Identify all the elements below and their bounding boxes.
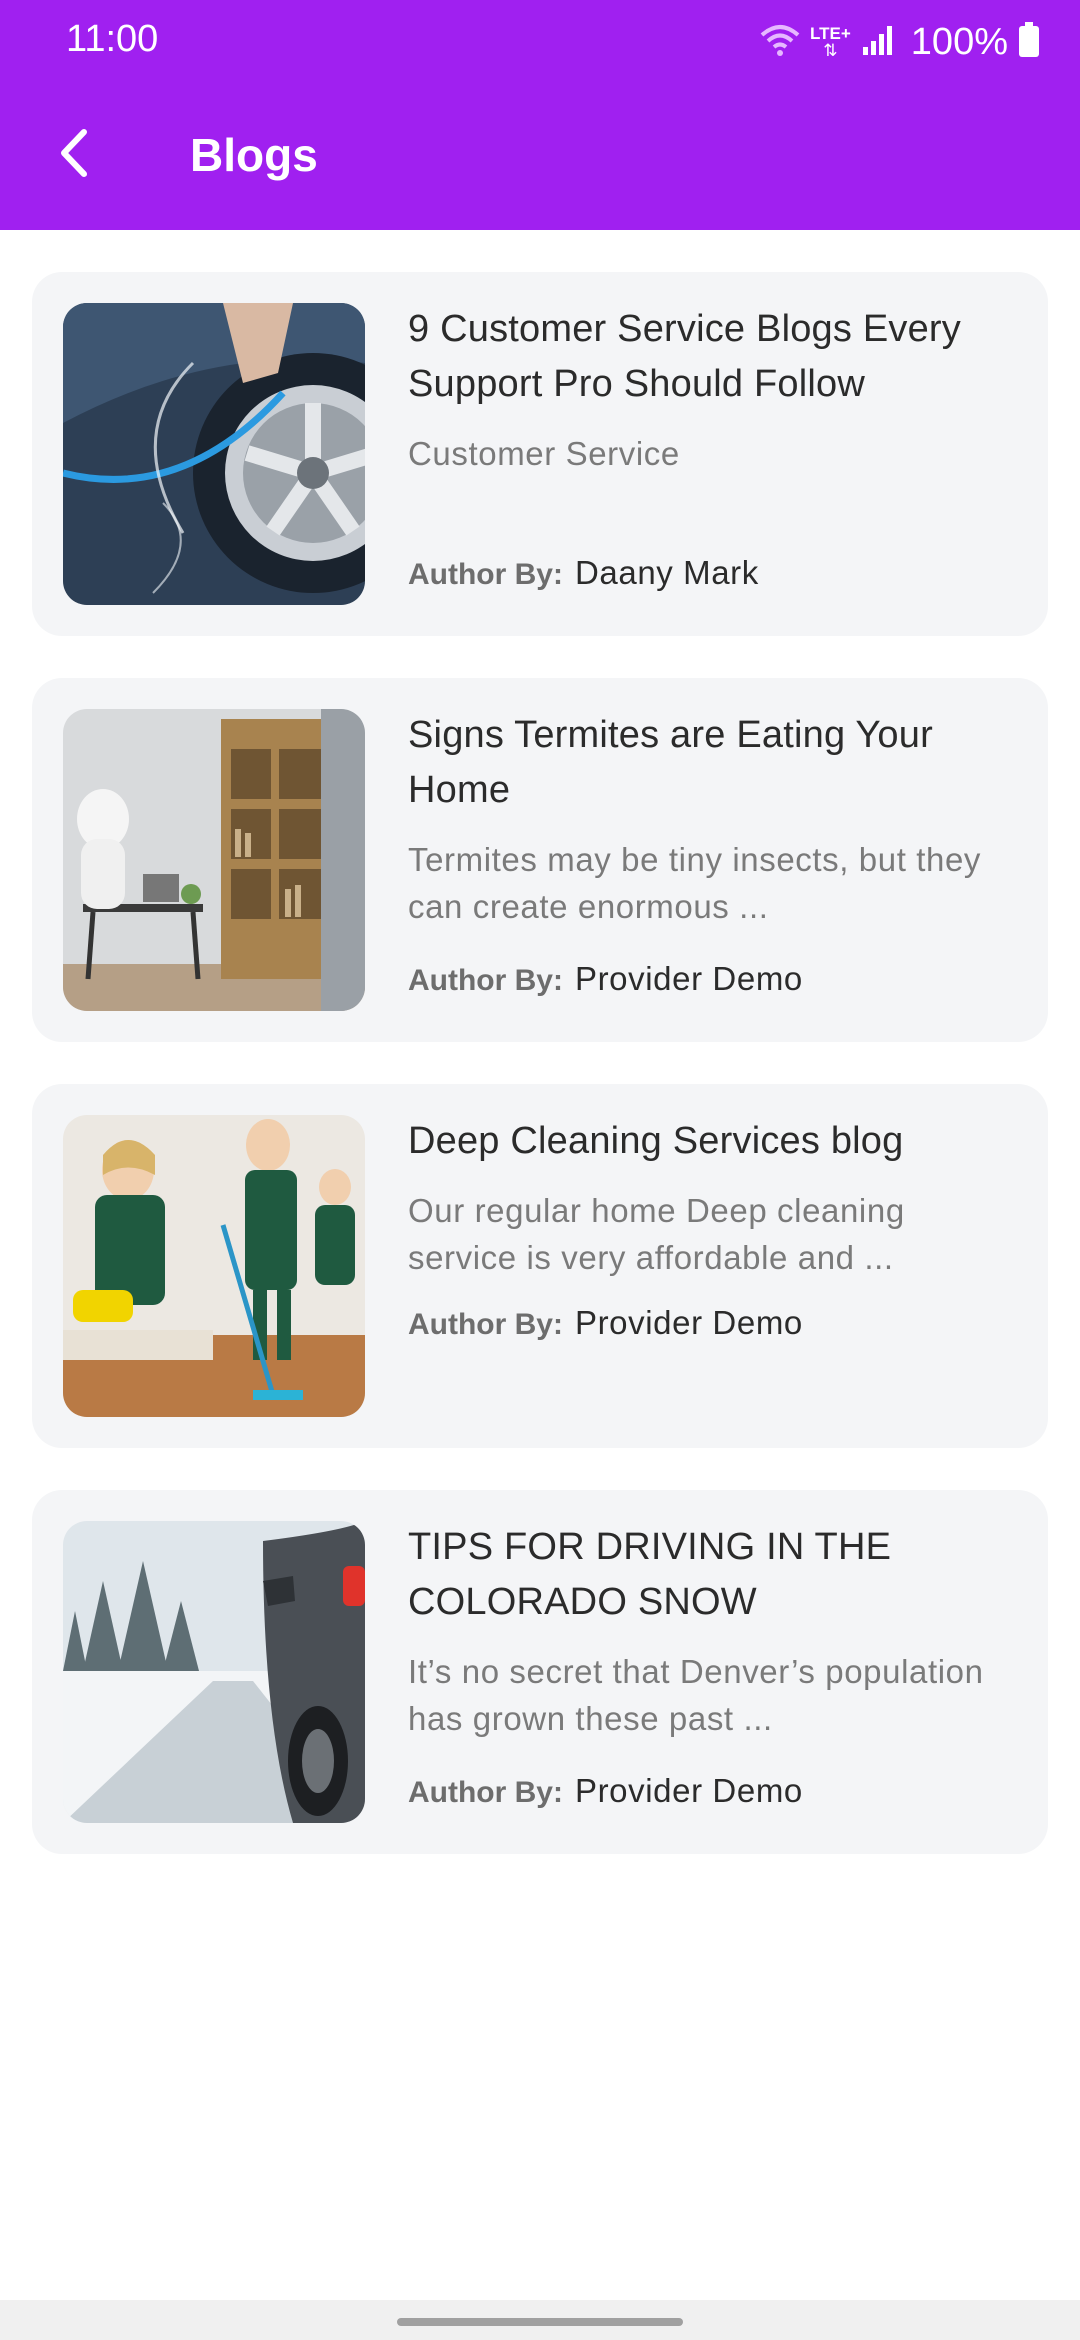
blog-author: Author By: Daany Mark — [408, 554, 759, 592]
home-gesture-handle[interactable] — [397, 2318, 683, 2326]
blog-description: Our regular home Deep cleaning service i… — [408, 1192, 905, 1276]
blog-thumbnail-snowy-road — [63, 1521, 365, 1823]
battery-icon — [1018, 21, 1040, 63]
blog-title: Deep Cleaning Services blog — [408, 1120, 904, 1162]
author-label: Author By: — [408, 1776, 563, 1809]
blog-title: 9 Customer Service Blogs Every Support P… — [408, 308, 961, 405]
blog-author: Author By: Provider Demo — [408, 960, 803, 998]
page-title: Blogs — [190, 129, 318, 181]
blog-author: Author By: Provider Demo — [408, 1772, 803, 1810]
blog-description: It’s no secret that Denver’s population … — [408, 1653, 984, 1737]
author-label: Author By: — [408, 1308, 563, 1341]
back-button[interactable] — [44, 120, 104, 190]
blog-card-body: Deep Cleaning Services blog Our regular … — [408, 1114, 1018, 1281]
chevron-left-icon — [57, 128, 91, 183]
blog-card[interactable]: TIPS FOR DRIVING IN THE COLORADO SNOW It… — [32, 1490, 1048, 1854]
status-icons: LTE+ ⇅ 100% — [760, 20, 1040, 64]
blog-card[interactable]: 9 Customer Service Blogs Every Support P… — [32, 272, 1048, 636]
author-label: Author By: — [408, 558, 563, 591]
blog-card-body: Signs Termites are Eating Your Home Term… — [408, 708, 1018, 930]
blog-description: Termites may be tiny insects, but they c… — [408, 841, 982, 925]
blog-thumbnail-car-wash — [63, 303, 365, 605]
lte-icon: LTE+ ⇅ — [810, 24, 851, 60]
network-type: LTE+ — [810, 24, 851, 43]
blog-thumbnail-termites — [63, 709, 365, 1011]
battery-percent: 100% — [910, 20, 1008, 63]
blog-author: Author By: Provider Demo — [408, 1304, 803, 1342]
blog-card-body: 9 Customer Service Blogs Every Support P… — [408, 302, 1018, 477]
blog-card-body: TIPS FOR DRIVING IN THE COLORADO SNOW It… — [408, 1520, 1018, 1742]
blog-description: Customer Service — [408, 435, 680, 472]
status-time: 11:00 — [66, 18, 159, 60]
system-nav-bar — [0, 2300, 1080, 2340]
author-label: Author By: — [408, 964, 563, 997]
app-bar: 11:00 LTE+ ⇅ 100% Blogs — [0, 0, 1080, 230]
blog-list: 9 Customer Service Blogs Every Support P… — [32, 272, 1048, 1896]
blog-card[interactable]: Signs Termites are Eating Your Home Term… — [32, 678, 1048, 1042]
wifi-icon — [760, 23, 800, 62]
blog-card[interactable]: Deep Cleaning Services blog Our regular … — [32, 1084, 1048, 1448]
blog-title: Signs Termites are Eating Your Home — [408, 714, 933, 811]
author-name: Provider Demo — [574, 960, 803, 997]
blog-thumbnail-cleaning — [63, 1115, 365, 1417]
signal-icon — [861, 23, 895, 62]
author-name: Provider Demo — [574, 1772, 803, 1809]
author-name: Provider Demo — [574, 1304, 803, 1341]
blog-title: TIPS FOR DRIVING IN THE COLORADO SNOW — [408, 1526, 892, 1623]
author-name: Daany Mark — [574, 554, 759, 591]
